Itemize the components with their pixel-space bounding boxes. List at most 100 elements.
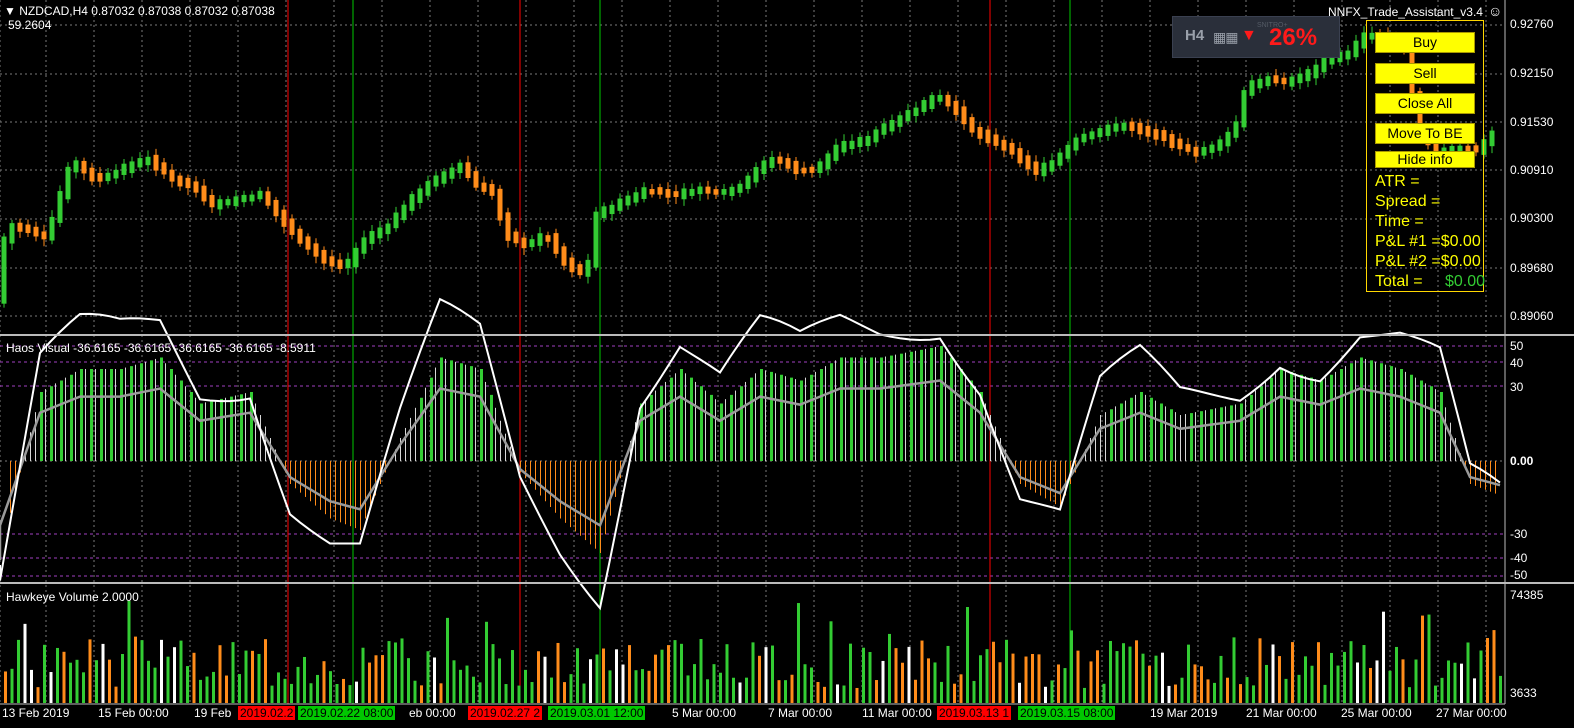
candle-body <box>145 156 151 166</box>
haos-bar <box>815 371 816 461</box>
percent-value: 26% <box>1269 24 1318 51</box>
haos-bar <box>775 373 776 461</box>
candle-body <box>505 212 511 241</box>
candle-body <box>329 256 335 267</box>
volume-bar <box>283 678 287 703</box>
haos-bar <box>1055 461 1056 505</box>
volume-bar <box>1395 646 1398 703</box>
volume-bar <box>426 651 430 703</box>
haos-bar <box>300 461 301 493</box>
volume-bar <box>381 655 384 703</box>
haos-bar <box>115 369 116 461</box>
haos-bar <box>825 366 826 461</box>
candle-body <box>929 95 935 109</box>
haos-bar <box>1125 400 1126 461</box>
haos-bar <box>1345 366 1346 461</box>
haos-bar <box>760 369 763 461</box>
dropdown-triangle-icon[interactable]: ▼ <box>4 4 16 18</box>
sell-button[interactable]: Sell <box>1375 63 1475 84</box>
haos-bar <box>320 461 321 510</box>
haos-bar <box>655 390 656 461</box>
candle-body <box>9 223 15 244</box>
candle-body <box>289 218 295 235</box>
volume-axis-max: 74385 <box>1510 588 1544 602</box>
time-label: Time = <box>1375 213 1424 230</box>
grid-icon: ▦▦ <box>1213 29 1238 45</box>
candle-body <box>953 100 959 115</box>
volume-bar <box>43 644 46 703</box>
haos-bar <box>770 371 773 461</box>
volume-bar <box>797 603 800 703</box>
close-all-button[interactable]: Close All <box>1375 93 1475 114</box>
haos-bar <box>165 363 166 461</box>
haos-bar <box>820 369 823 461</box>
volume-bar <box>1369 667 1372 703</box>
haos-bar <box>1485 461 1486 490</box>
volume-bar <box>238 674 241 703</box>
haos-bar <box>475 367 476 461</box>
candle-body <box>945 94 951 107</box>
candle-body <box>833 144 839 161</box>
volume-bar <box>420 685 423 703</box>
haos-bar <box>865 357 866 461</box>
volume-bar <box>972 680 976 703</box>
candle-body <box>1113 123 1119 132</box>
volume-bar <box>1414 659 1418 703</box>
haos-bar <box>795 379 796 461</box>
haos-bar <box>1440 392 1443 461</box>
haos-bar <box>260 415 261 461</box>
haos-bar <box>360 461 361 530</box>
signal-lines <box>287 0 1071 704</box>
move-to-be-button[interactable]: Move To BE <box>1375 123 1475 144</box>
haos-bar <box>1300 374 1303 461</box>
pl2-label: P&L #2 = <box>1375 253 1441 270</box>
haos-bar <box>835 360 836 461</box>
candle-body <box>537 233 543 246</box>
haos-bar <box>940 346 943 461</box>
volume-bar <box>582 683 586 703</box>
haos-bar <box>715 399 716 461</box>
candle-body <box>417 188 423 203</box>
volume-bar <box>855 687 859 703</box>
haos-bar <box>1155 400 1156 461</box>
haos-bar <box>460 363 463 461</box>
haos-bar <box>590 461 591 545</box>
haos-bar <box>205 402 206 461</box>
haos-bar <box>410 417 411 461</box>
candle-body <box>137 158 143 168</box>
haos-bar <box>370 461 371 507</box>
candle-body <box>1297 73 1303 84</box>
haos-bar <box>1335 371 1336 461</box>
volume-bar <box>192 652 196 703</box>
volume-bar <box>1063 668 1067 703</box>
volume-bar <box>160 639 163 703</box>
haos-bar <box>1385 364 1386 461</box>
smiley-icon: ☺ <box>1488 3 1503 19</box>
candle-body <box>353 247 359 268</box>
haos-bar <box>850 357 853 461</box>
haos-bar <box>555 461 556 513</box>
candle-body <box>705 186 711 194</box>
buy-button[interactable]: Buy <box>1375 32 1475 53</box>
haos-bar <box>965 374 966 461</box>
haos-bar <box>665 381 666 461</box>
candle-body <box>305 236 311 250</box>
volume-bar <box>173 647 176 703</box>
volume-bar <box>933 662 937 703</box>
candle-body <box>1321 57 1327 73</box>
haos-bar <box>560 461 561 519</box>
haos-bar <box>235 395 236 461</box>
candle-body <box>185 177 191 189</box>
hide-info-button[interactable]: Hide info <box>1375 151 1475 168</box>
volume-bar <box>491 644 495 703</box>
trading-chart[interactable] <box>0 0 1574 728</box>
volume-bar <box>147 660 150 703</box>
volume-bar <box>602 648 605 703</box>
volume-bar <box>998 662 1002 703</box>
ea-name: NNFX_Trade_Assistant_v3.4 <box>1328 5 1483 19</box>
candle-body <box>1121 122 1127 131</box>
haos-axis-label: -50 <box>1510 568 1528 582</box>
candle-body <box>209 194 215 208</box>
volume-bar <box>842 685 846 703</box>
haos-bar <box>860 357 863 461</box>
